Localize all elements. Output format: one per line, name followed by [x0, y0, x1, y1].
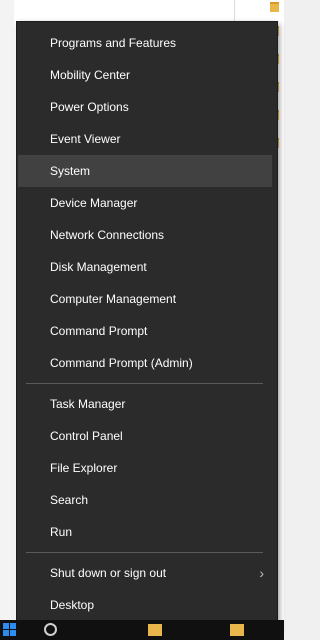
- menu-item-shut-down-or-sign-out[interactable]: Shut down or sign out ›: [18, 557, 272, 589]
- menu-item-event-viewer[interactable]: Event Viewer: [18, 123, 272, 155]
- menu-separator: [26, 383, 263, 384]
- menu-item-system[interactable]: System: [18, 155, 272, 187]
- menu-item-search[interactable]: Search: [18, 484, 272, 516]
- menu-item-command-prompt[interactable]: Command Prompt: [18, 315, 272, 347]
- menu-separator: [26, 552, 263, 553]
- menu-item-file-explorer[interactable]: File Explorer: [18, 452, 272, 484]
- menu-item-network-connections[interactable]: Network Connections: [18, 219, 272, 251]
- menu-item-command-prompt-admin[interactable]: Command Prompt (Admin): [18, 347, 272, 379]
- file-explorer-icon[interactable]: [148, 624, 162, 636]
- folder-icon: [270, 2, 279, 12]
- background-window-edge: [0, 0, 14, 620]
- menu-item-computer-management[interactable]: Computer Management: [18, 283, 272, 315]
- menu-item-device-manager[interactable]: Device Manager: [18, 187, 272, 219]
- menu-item-desktop[interactable]: Desktop: [18, 589, 272, 621]
- chevron-right-icon: ›: [259, 565, 264, 581]
- folder-icon[interactable]: [230, 624, 244, 636]
- search-icon[interactable]: [44, 623, 57, 636]
- taskbar: [0, 620, 284, 640]
- power-user-menu: Programs and Features Mobility Center Po…: [17, 22, 277, 628]
- menu-item-power-options[interactable]: Power Options: [18, 91, 272, 123]
- menu-item-disk-management[interactable]: Disk Management: [18, 251, 272, 283]
- menu-item-control-panel[interactable]: Control Panel: [18, 420, 272, 452]
- menu-item-programs-and-features[interactable]: Programs and Features: [18, 27, 272, 59]
- menu-item-run[interactable]: Run: [18, 516, 272, 548]
- menu-item-task-manager[interactable]: Task Manager: [18, 388, 272, 420]
- menu-item-mobility-center[interactable]: Mobility Center: [18, 59, 272, 91]
- start-button[interactable]: [3, 623, 17, 637]
- menu-item-label: Shut down or sign out: [50, 566, 167, 580]
